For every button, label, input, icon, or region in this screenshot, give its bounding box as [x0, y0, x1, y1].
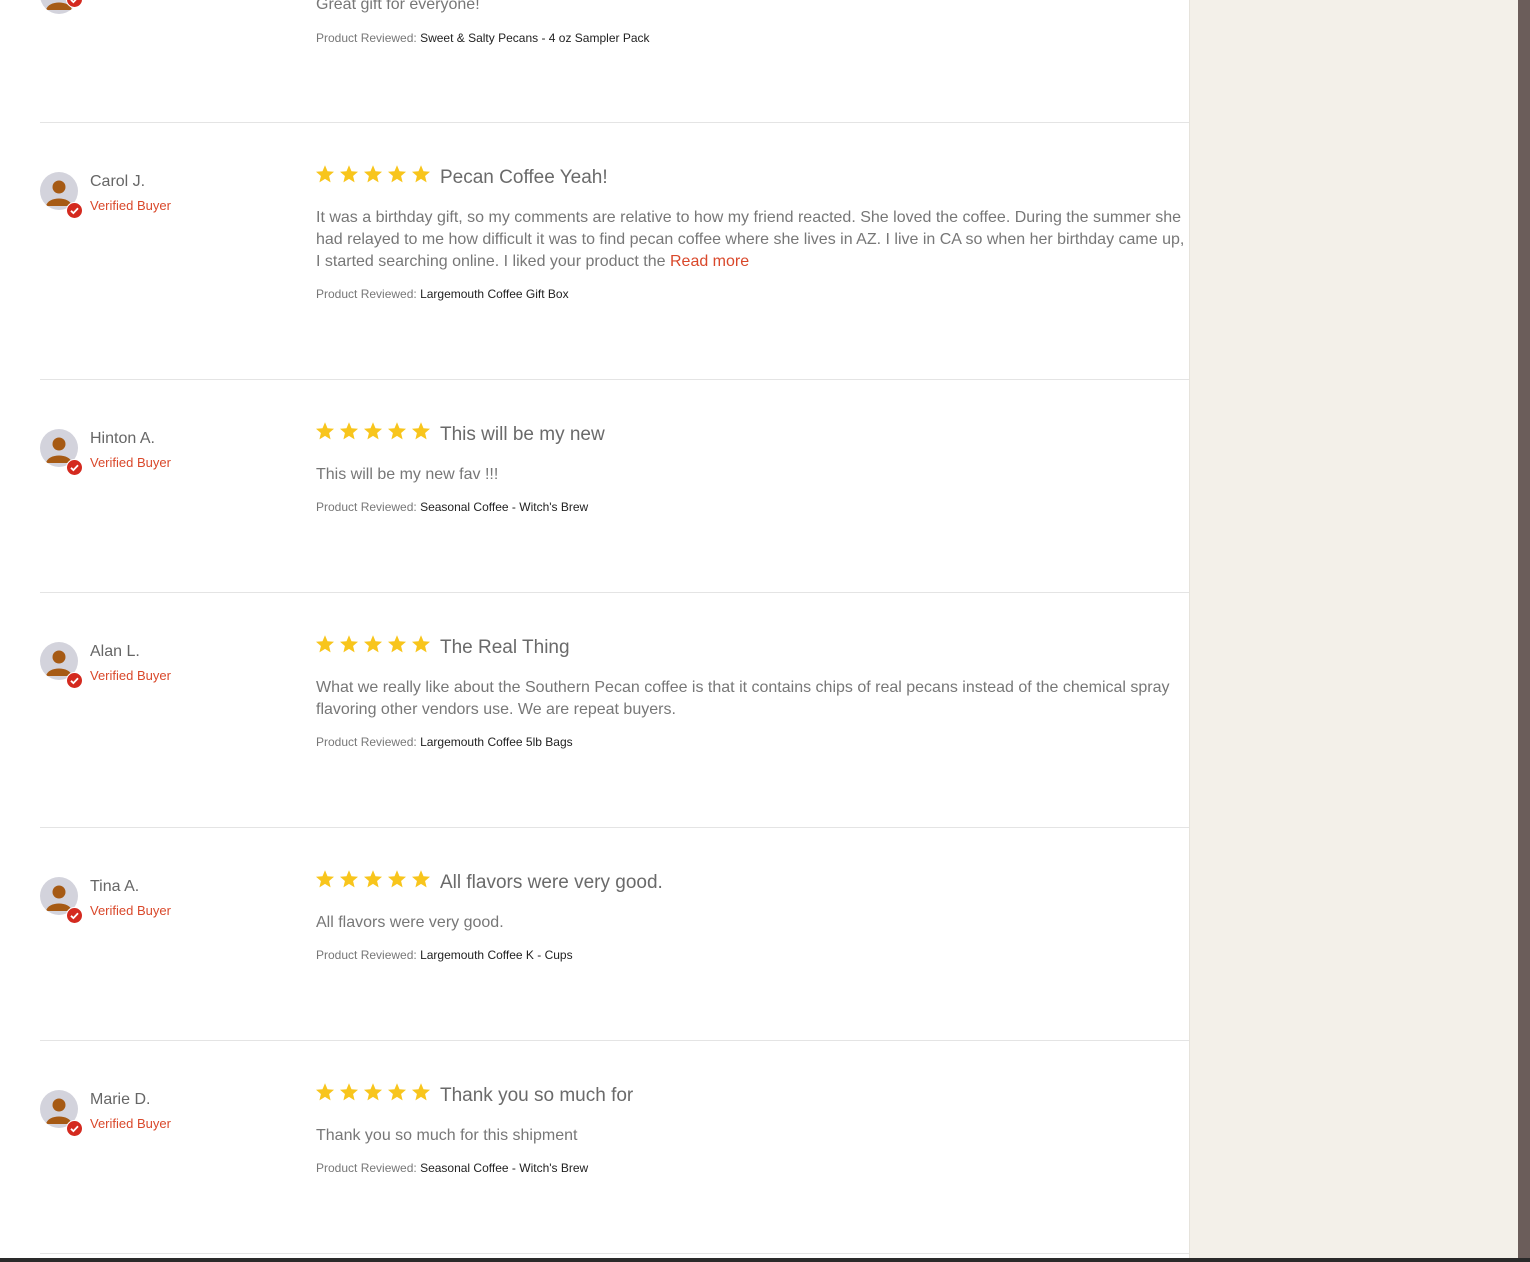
read-more-link[interactable]: Read more [670, 253, 749, 270]
review-body: This will be my new fav !!! [316, 466, 499, 483]
verified-buyer-label: Verified Buyer [90, 198, 171, 213]
review-item: Carol J. Verified Buyer Pecan Coffee Yea… [40, 123, 1189, 380]
sidebar-panel [1189, 0, 1518, 1262]
verified-buyer-label: Verified Buyer [90, 903, 171, 918]
review-item: Marie D. Verified Buyer Thank you so muc… [40, 1041, 1189, 1254]
product-reviewed: Product Reviewed: Seasonal Coffee - Witc… [316, 500, 589, 514]
product-reviewed: Product Reviewed: Largemouth Coffee 5lb … [316, 735, 573, 749]
review-item: Alan L. Verified Buyer The Real Thing Wh… [40, 593, 1189, 828]
product-reviewed: Product Reviewed: Seasonal Coffee - Witc… [316, 1161, 589, 1175]
review-body: Great gift for everyone! [316, 0, 480, 13]
review-title: All flavors were very good. [440, 872, 663, 893]
star-icon [316, 422, 334, 440]
star-icon [340, 422, 358, 440]
star-icon [364, 870, 382, 888]
review-body: Thank you so much for this shipment [316, 1127, 578, 1144]
star-icon [364, 165, 382, 183]
review-title: This will be my new [440, 424, 605, 445]
reviewer-name: Tina A. [90, 878, 140, 895]
verified-check-icon [66, 907, 83, 924]
star-icon [388, 422, 406, 440]
reviews-list: Great gift for everyone! Product Reviewe… [0, 0, 1189, 1262]
reviewer-name: Marie D. [90, 1091, 151, 1108]
review-body: What we really like about the Southern P… [316, 679, 1170, 718]
product-name[interactable]: Largemouth Coffee Gift Box [420, 287, 569, 301]
verified-buyer-label: Verified Buyer [90, 455, 171, 470]
verified-buyer-label: Verified Buyer [90, 1116, 171, 1131]
star-rating [315, 1082, 431, 1104]
verified-buyer-label: Verified Buyer [90, 668, 171, 683]
product-name[interactable]: Largemouth Coffee K - Cups [420, 948, 573, 962]
product-reviewed: Product Reviewed: Largemouth Coffee Gift… [316, 287, 569, 301]
verified-check-icon [66, 202, 83, 219]
verified-check-icon [66, 0, 83, 8]
review-body: All flavors were very good. [316, 914, 504, 931]
star-icon [364, 635, 382, 653]
star-rating [315, 869, 431, 891]
scrollbar[interactable] [1518, 0, 1530, 1262]
star-icon [340, 635, 358, 653]
star-icon [340, 870, 358, 888]
review-title: The Real Thing [440, 637, 570, 658]
review-item: Hinton A. Verified Buyer This will be my… [40, 380, 1189, 593]
star-icon [412, 870, 430, 888]
review-item: Great gift for everyone! Product Reviewe… [40, 0, 1189, 123]
star-icon [340, 1083, 358, 1101]
window-bottom-edge [0, 1258, 1530, 1262]
star-rating [315, 421, 431, 443]
star-icon [388, 165, 406, 183]
star-rating [315, 164, 431, 186]
review-title: Pecan Coffee Yeah! [440, 167, 608, 188]
product-name[interactable]: Sweet & Salty Pecans - 4 oz Sampler Pack [420, 31, 649, 45]
star-icon [388, 870, 406, 888]
star-icon [316, 635, 334, 653]
product-reviewed: Product Reviewed: Sweet & Salty Pecans -… [316, 31, 650, 45]
product-name[interactable]: Seasonal Coffee - Witch's Brew [420, 500, 588, 514]
reviewer-name: Hinton A. [90, 430, 155, 447]
verified-check-icon [66, 459, 83, 476]
review-body: It was a birthday gift, so my comments a… [316, 209, 1185, 270]
star-icon [412, 635, 430, 653]
reviewer-name: Carol J. [90, 173, 146, 190]
star-icon [412, 165, 430, 183]
star-icon [412, 1083, 430, 1101]
star-icon [388, 1083, 406, 1101]
star-icon [412, 422, 430, 440]
star-icon [364, 1083, 382, 1101]
star-icon [340, 165, 358, 183]
product-reviewed: Product Reviewed: Largemouth Coffee K - … [316, 948, 573, 962]
reviewer-name: Alan L. [90, 643, 140, 660]
review-item: Tina A. Verified Buyer All flavors were … [40, 828, 1189, 1041]
product-name[interactable]: Seasonal Coffee - Witch's Brew [420, 1161, 588, 1175]
verified-check-icon [66, 1120, 83, 1137]
star-icon [316, 870, 334, 888]
star-icon [364, 422, 382, 440]
star-icon [316, 1083, 334, 1101]
review-title: Thank you so much for [440, 1085, 634, 1106]
verified-check-icon [66, 672, 83, 689]
star-icon [388, 635, 406, 653]
star-rating [315, 634, 431, 656]
star-icon [316, 165, 334, 183]
product-name[interactable]: Largemouth Coffee 5lb Bags [420, 735, 573, 749]
